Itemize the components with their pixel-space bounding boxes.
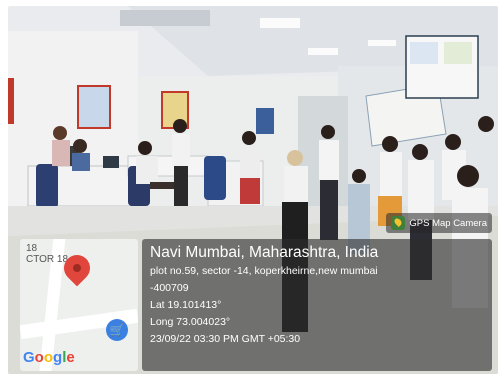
longitude: Long 73.004023° xyxy=(150,316,231,328)
google-logo: Google xyxy=(23,349,75,366)
postal-code: -400709 xyxy=(150,282,189,294)
photo-frame: GPS Map Camera 18 CTOR 18 🛒 Google Navi … xyxy=(0,0,502,381)
location-info-panel: Navi Mumbai, Maharashtra, India plot no.… xyxy=(142,239,492,371)
geotag-overlay: 18 CTOR 18 🛒 Google Navi Mumbai, Maharas… xyxy=(8,237,498,374)
address-line: plot no.59, sector -14, koperkheirne,new… xyxy=(150,265,378,277)
map-street-label: 18 CTOR 18 xyxy=(26,243,69,265)
location-title: Navi Mumbai, Maharashtra, India xyxy=(150,244,379,261)
timestamp: 23/09/22 03:30 PM GMT +05:30 xyxy=(150,333,301,345)
shopping-cart-icon: 🛒 xyxy=(106,319,128,341)
gps-map-camera-badge: GPS Map Camera xyxy=(386,213,492,233)
gps-camera-logo-icon xyxy=(391,216,406,230)
gps-camera-label: GPS Map Camera xyxy=(409,217,487,229)
map-thumbnail: 18 CTOR 18 🛒 Google xyxy=(20,239,138,371)
latitude: Lat 19.101413° xyxy=(150,299,222,311)
